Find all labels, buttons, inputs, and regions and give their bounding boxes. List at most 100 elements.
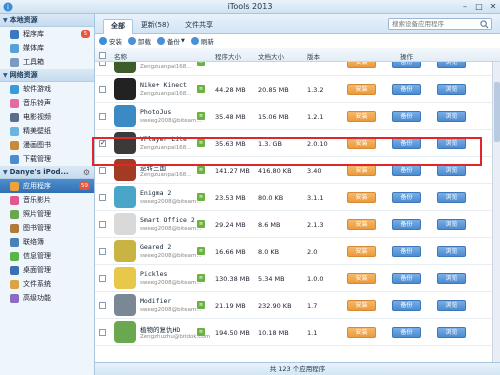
backup-button[interactable]: 备份 xyxy=(392,273,421,284)
sidebar-item-wallpaper[interactable]: 精美壁纸 xyxy=(0,124,94,138)
tab-file-share[interactable]: 文件共享 xyxy=(179,19,219,34)
table-row[interactable]: Pickles sweeg2008@biteam... ≡ 130.38 MB 5.34… xyxy=(95,265,492,292)
install-button[interactable]: 安装 xyxy=(347,165,376,176)
backup-button[interactable]: 备份 ▼ xyxy=(157,36,185,46)
table-row[interactable]: Geared 2 sweeg2008@biteam... ≡ 16.66 MB 8.0 … xyxy=(95,238,492,265)
backup-button[interactable]: 备份 xyxy=(392,219,421,230)
backup-button[interactable]: 备份 xyxy=(392,192,421,203)
browse-button[interactable]: 浏览 xyxy=(437,62,466,68)
install-button[interactable]: 安装 xyxy=(347,192,376,203)
column-name[interactable]: 名称 xyxy=(114,51,127,61)
row-checkbox[interactable] xyxy=(99,302,106,309)
table-row[interactable]: 植物的复仇HD Zengzhuzhu@bitdok.com ≡ 194.50 MB 10… xyxy=(95,319,492,346)
sidebar-item-apps[interactable]: 应用程序 59 xyxy=(0,179,94,193)
table-row[interactable]: Enigma 2 sweeg2008@biteam... ≡ 23.53 MB 80.0… xyxy=(95,184,492,211)
app-list: Zengzuanpai168... ≡ 安装 备份 浏览 Nike+ Kinect Zeng… xyxy=(95,62,492,362)
backup-button[interactable]: 备份 xyxy=(392,246,421,257)
row-checkbox[interactable] xyxy=(99,329,106,336)
download-icon xyxy=(10,154,19,164)
maximize-icon[interactable]: □ xyxy=(474,2,484,12)
search-icon[interactable] xyxy=(480,20,489,29)
backup-button[interactable]: 备份 xyxy=(392,111,421,122)
scroll-thumb[interactable] xyxy=(494,82,500,142)
sidebar-item-movies[interactable]: 电影视频 xyxy=(0,110,94,124)
sidebar-item-filesystem[interactable]: 文件系统 xyxy=(0,277,94,291)
app-icon xyxy=(114,105,136,127)
minimize-icon[interactable]: – xyxy=(460,2,470,12)
sidebar-item-books[interactable]: 漫画图书 xyxy=(0,138,94,152)
device-header[interactable]: ▼ Danye's iPod... ⚙ xyxy=(0,166,94,179)
install-button[interactable]: 安装 xyxy=(347,300,376,311)
local-resources-header[interactable]: ▼ 本地资源 xyxy=(0,14,94,27)
row-checkbox[interactable] xyxy=(99,113,106,120)
table-row[interactable]: Zengzuanpai168... ≡ 安装 备份 浏览 xyxy=(95,62,492,76)
sidebar-item-app-library[interactable]: 程序库 5 xyxy=(0,27,94,41)
close-icon[interactable]: ✕ xyxy=(488,2,498,12)
column-program-size[interactable]: 程序大小 xyxy=(215,51,241,61)
row-checkbox[interactable] xyxy=(99,248,106,255)
install-button[interactable]: 安装 xyxy=(347,273,376,284)
sidebar-item-contacts[interactable]: 联络簿 xyxy=(0,235,94,249)
sidebar-item-photos[interactable]: 照片管理 xyxy=(0,207,94,221)
browse-button[interactable]: 浏览 xyxy=(437,219,466,230)
table-row[interactable]: Modifier sweeg2008@biteam... ≡ 21.19 MB 232.… xyxy=(95,292,492,319)
install-button[interactable]: 安装 xyxy=(347,84,376,95)
install-button[interactable]: 安装 xyxy=(347,111,376,122)
browse-button[interactable]: 浏览 xyxy=(437,246,466,257)
advanced-icon xyxy=(10,293,19,303)
uninstall-button[interactable]: 卸载 xyxy=(128,36,151,46)
doc-size: 80.0 KB xyxy=(258,194,284,202)
browse-button[interactable]: 浏览 xyxy=(437,165,466,176)
tab-all[interactable]: 全部 xyxy=(103,19,133,34)
sidebar-item-desktop[interactable]: 桌面管理 xyxy=(0,263,94,277)
backup-button[interactable]: 备份 xyxy=(392,62,421,68)
browse-button[interactable]: 浏览 xyxy=(437,300,466,311)
install-button[interactable]: 安装 xyxy=(347,62,376,68)
install-button[interactable]: 安装 xyxy=(347,327,376,338)
scrollbar[interactable] xyxy=(492,62,500,362)
table-row[interactable]: Smart Office 2 sweeg2008@biteam... ≡ 29.24 … xyxy=(95,211,492,238)
sidebar-item-ibooks[interactable]: 图书管理 xyxy=(0,221,94,235)
table-row[interactable]: Nike+ Kinect Zengzuanpai168... ≡ 44.28 MB 20… xyxy=(95,76,492,103)
table-row[interactable]: PhotoJus sweeg2008@biteam... ≡ 35.48 MB 15.0… xyxy=(95,103,492,130)
sidebar-item-media-library[interactable]: 媒体库 xyxy=(0,41,94,55)
sidebar-item-software-games[interactable]: 软件游戏 xyxy=(0,82,94,96)
sidebar-item-music-video[interactable]: 音乐影片 xyxy=(0,193,94,207)
browse-button[interactable]: 浏览 xyxy=(437,192,466,203)
app-icon xyxy=(114,267,136,289)
install-button[interactable]: 安装 xyxy=(99,36,122,46)
row-checkbox[interactable] xyxy=(99,275,106,282)
browse-button[interactable]: 浏览 xyxy=(437,84,466,95)
sidebar-item-toolbox[interactable]: 工具箱 xyxy=(0,55,94,69)
row-checkbox[interactable] xyxy=(99,86,106,93)
browse-button[interactable]: 浏览 xyxy=(437,327,466,338)
backup-button[interactable]: 备份 xyxy=(392,300,421,311)
row-checkbox[interactable] xyxy=(99,221,106,228)
doc-size: 416.80 KB xyxy=(258,167,292,175)
gear-icon[interactable]: ⚙ xyxy=(83,168,90,177)
browse-button[interactable]: 浏览 xyxy=(437,111,466,122)
backup-button[interactable]: 备份 xyxy=(392,84,421,95)
column-doc-size[interactable]: 文档大小 xyxy=(258,51,284,61)
search-input[interactable] xyxy=(389,19,477,29)
install-button[interactable]: 安装 xyxy=(347,219,376,230)
doc-size: 232.90 KB xyxy=(258,302,292,310)
install-button[interactable]: 安装 xyxy=(347,246,376,257)
row-checkbox[interactable] xyxy=(99,167,106,174)
tab-updates[interactable]: 更新(58) xyxy=(137,19,173,34)
sidebar-item-advanced[interactable]: 高级功能 xyxy=(0,291,94,305)
app-author: Zengzuanpai168... xyxy=(140,64,192,70)
refresh-button[interactable]: 刷新 xyxy=(190,36,214,46)
row-checkbox[interactable] xyxy=(99,194,106,201)
sidebar-item-music[interactable]: 音乐铃声 xyxy=(0,96,94,110)
browse-button[interactable]: 浏览 xyxy=(437,273,466,284)
install-icon xyxy=(99,37,107,45)
sidebar-item-downloads[interactable]: 下载管理 xyxy=(0,152,94,166)
backup-button[interactable]: 备份 xyxy=(392,165,421,176)
backup-button[interactable]: 备份 xyxy=(392,327,421,338)
column-version[interactable]: 版本 xyxy=(307,51,320,61)
online-resources-header[interactable]: ▼ 网络资源 xyxy=(0,69,94,82)
select-all-checkbox[interactable] xyxy=(99,52,106,59)
sidebar-item-messages[interactable]: 信息管理 xyxy=(0,249,94,263)
row-checkbox[interactable] xyxy=(99,62,106,66)
